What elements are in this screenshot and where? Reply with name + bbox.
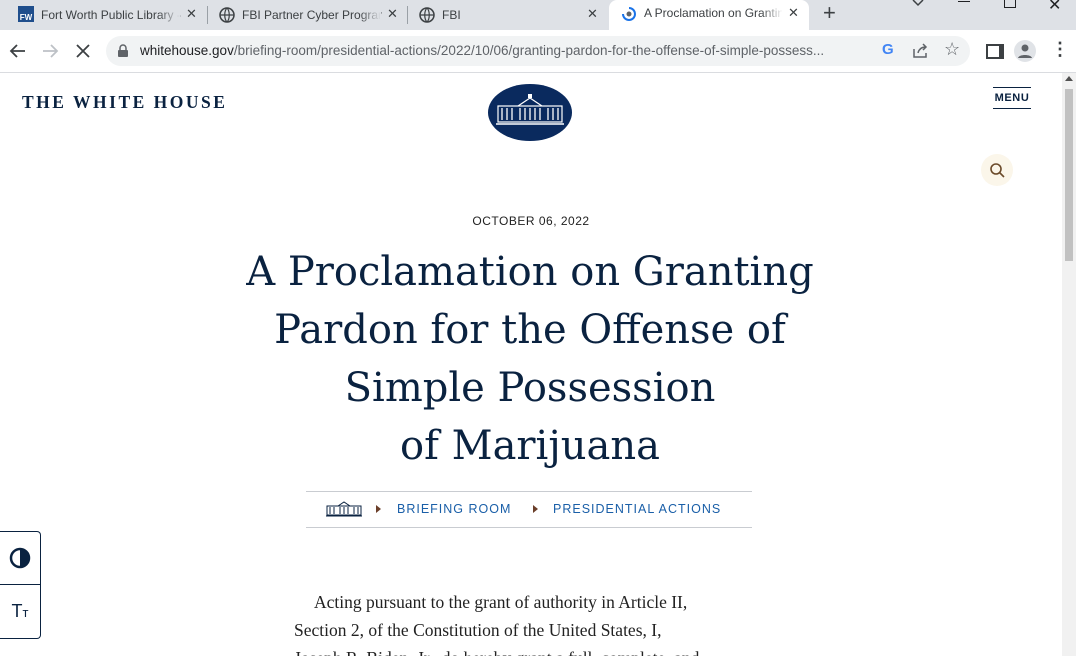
url-text[interactable]: whitehouse.gov/briefing-room/presidentia… bbox=[140, 43, 824, 58]
contrast-toggle-button[interactable] bbox=[0, 532, 40, 584]
close-tab-icon[interactable]: ✕ bbox=[587, 6, 598, 22]
new-tab-button[interactable]: + bbox=[823, 0, 836, 26]
fort-worth-library-favicon: FW bbox=[18, 6, 34, 22]
address-bar[interactable]: whitehouse.gov/briefing-room/presidentia… bbox=[106, 36, 970, 66]
breadcrumb-separator-icon bbox=[376, 505, 381, 513]
lock-icon[interactable] bbox=[117, 44, 129, 58]
tab-fbi[interactable]: FBI ✕ bbox=[409, 0, 607, 30]
url-host: whitehouse.gov bbox=[140, 43, 234, 58]
page-title: A Proclamation on Granting Pardon for th… bbox=[180, 243, 880, 475]
article-body: Acting pursuant to the grant of authorit… bbox=[294, 588, 754, 656]
text-size-button[interactable]: Tт bbox=[0, 585, 40, 637]
google-lens-icon[interactable]: G bbox=[882, 41, 894, 58]
tab-fbi-partner-cyber[interactable]: FBI Partner Cyber Program ✕ bbox=[209, 0, 407, 30]
contrast-icon bbox=[9, 547, 31, 569]
stop-loading-icon[interactable] bbox=[75, 43, 91, 59]
globe-icon bbox=[219, 7, 235, 23]
bookmark-star-icon[interactable]: ☆ bbox=[944, 39, 960, 60]
paragraph-line: Acting pursuant to the grant of authorit… bbox=[314, 592, 688, 612]
minimize-icon[interactable] bbox=[958, 1, 970, 2]
search-icon bbox=[990, 163, 1005, 178]
title-line: Simple Possession bbox=[344, 365, 716, 411]
close-tab-icon[interactable]: ✕ bbox=[387, 6, 398, 22]
back-arrow-icon[interactable] bbox=[9, 42, 27, 60]
web-page: THE WHITE HOUSE MENU OCTOBER 06, 2022 A … bbox=[0, 73, 1062, 656]
breadcrumb-briefing-room[interactable]: BRIEFING ROOM bbox=[397, 502, 511, 516]
title-line: Pardon for the Offense of bbox=[274, 307, 786, 353]
menu-button[interactable]: MENU bbox=[993, 87, 1031, 109]
person-icon bbox=[1018, 44, 1032, 58]
loading-spinner-icon bbox=[622, 7, 636, 21]
tab-strip: FW Fort Worth Public Library - ✕ FBI Par… bbox=[0, 0, 1076, 30]
white-house-seal-logo[interactable] bbox=[488, 84, 572, 141]
side-panel-icon[interactable] bbox=[986, 44, 1004, 59]
scroll-up-arrow-icon[interactable] bbox=[1065, 76, 1073, 81]
browser-toolbar: whitehouse.gov/briefing-room/presidentia… bbox=[0, 30, 1076, 73]
tab-title: FBI bbox=[442, 8, 461, 22]
scrollbar-thumb[interactable] bbox=[1065, 89, 1073, 261]
share-icon[interactable] bbox=[912, 43, 929, 59]
white-house-building-icon bbox=[496, 94, 564, 125]
window-close-icon[interactable]: ✕ bbox=[1048, 0, 1061, 15]
article-date: OCTOBER 06, 2022 bbox=[472, 214, 590, 228]
breadcrumb: BRIEFING ROOM PRESIDENTIAL ACTIONS bbox=[306, 491, 752, 528]
text-size-icon: Tт bbox=[11, 600, 29, 621]
site-name-link[interactable]: THE WHITE HOUSE bbox=[22, 92, 227, 113]
profile-avatar[interactable] bbox=[1014, 40, 1036, 62]
accessibility-toolbar: Tт bbox=[0, 531, 41, 639]
tab-fort-worth-library[interactable]: FW Fort Worth Public Library - ✕ bbox=[8, 0, 208, 30]
page-scrollbar[interactable] bbox=[1062, 73, 1076, 656]
globe-icon bbox=[419, 7, 435, 23]
paragraph-line: Section 2, of the Constitution of the Un… bbox=[294, 620, 662, 640]
breadcrumb-presidential-actions[interactable]: PRESIDENTIAL ACTIONS bbox=[553, 502, 721, 516]
forward-arrow-icon[interactable] bbox=[41, 42, 59, 60]
paragraph-line: Joseph R. Biden, Jr., do hereby grant a … bbox=[294, 644, 754, 656]
maximize-icon[interactable] bbox=[1004, 0, 1016, 8]
url-path: /briefing-room/presidential-actions/2022… bbox=[233, 43, 825, 58]
tab-proclamation[interactable]: A Proclamation on Granting ✕ bbox=[609, 0, 809, 30]
more-menu-icon[interactable]: ⋮ bbox=[1051, 39, 1069, 60]
search-button[interactable] bbox=[981, 154, 1013, 186]
title-line: A Proclamation on Granting bbox=[246, 249, 814, 295]
breadcrumb-separator-icon bbox=[533, 505, 538, 513]
white-house-home-icon[interactable] bbox=[326, 501, 362, 517]
tab-search-chevron-icon[interactable] bbox=[911, 0, 925, 8]
title-line: of Marijuana bbox=[400, 423, 660, 469]
close-tab-icon[interactable]: ✕ bbox=[186, 6, 197, 22]
close-tab-icon[interactable]: ✕ bbox=[788, 5, 799, 21]
